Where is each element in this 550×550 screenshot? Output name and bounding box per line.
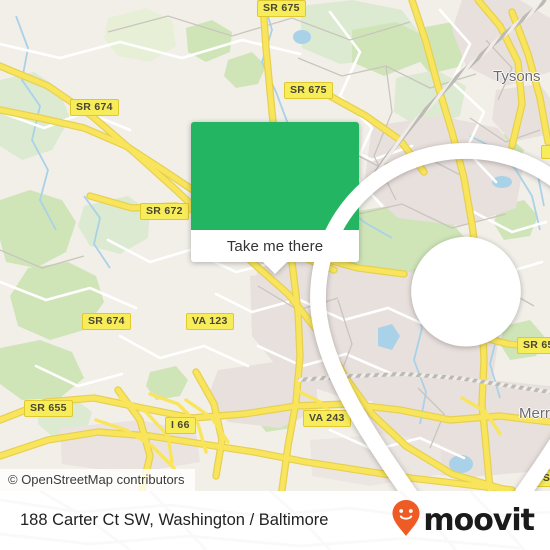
moovit-brand[interactable]: moovit xyxy=(391,499,535,542)
map-canvas[interactable]: SR 675 SR 674 SR 675 SR 672 SR 674 VA 12… xyxy=(0,0,550,491)
road-shield: SR 674 xyxy=(82,313,131,330)
road-shield: SR 672 xyxy=(140,203,189,220)
road-shield: SR 675 xyxy=(257,0,306,17)
footer-content: 188 Carter Ct SW, Washington / Baltimore… xyxy=(0,491,550,550)
address-title: 188 Carter Ct SW, Washington / Baltimore xyxy=(20,511,329,529)
callout-action-bar[interactable]: Take me there xyxy=(191,230,359,274)
road-shield: SR 655 xyxy=(24,400,73,417)
map-screenshot: SR 675 SR 674 SR 675 SR 672 SR 674 VA 12… xyxy=(0,0,550,550)
callout-tail-pointer xyxy=(262,261,288,274)
moovit-smiley-pin-icon xyxy=(391,499,421,542)
destination-callout-card[interactable]: Take me there xyxy=(191,122,550,491)
take-me-there-label: Take me there xyxy=(226,237,324,255)
moovit-wordmark: moovit xyxy=(423,502,535,538)
road-shield: SR 674 xyxy=(70,99,119,116)
road-shield: SR 675 xyxy=(284,82,333,99)
callout-pin-panel xyxy=(191,122,550,491)
footer-bar: 188 Carter Ct SW, Washington / Baltimore… xyxy=(0,491,550,550)
place-label-tysons: Tysons xyxy=(493,68,541,85)
osm-attribution[interactable]: © OpenStreetMap contributors xyxy=(0,469,195,491)
